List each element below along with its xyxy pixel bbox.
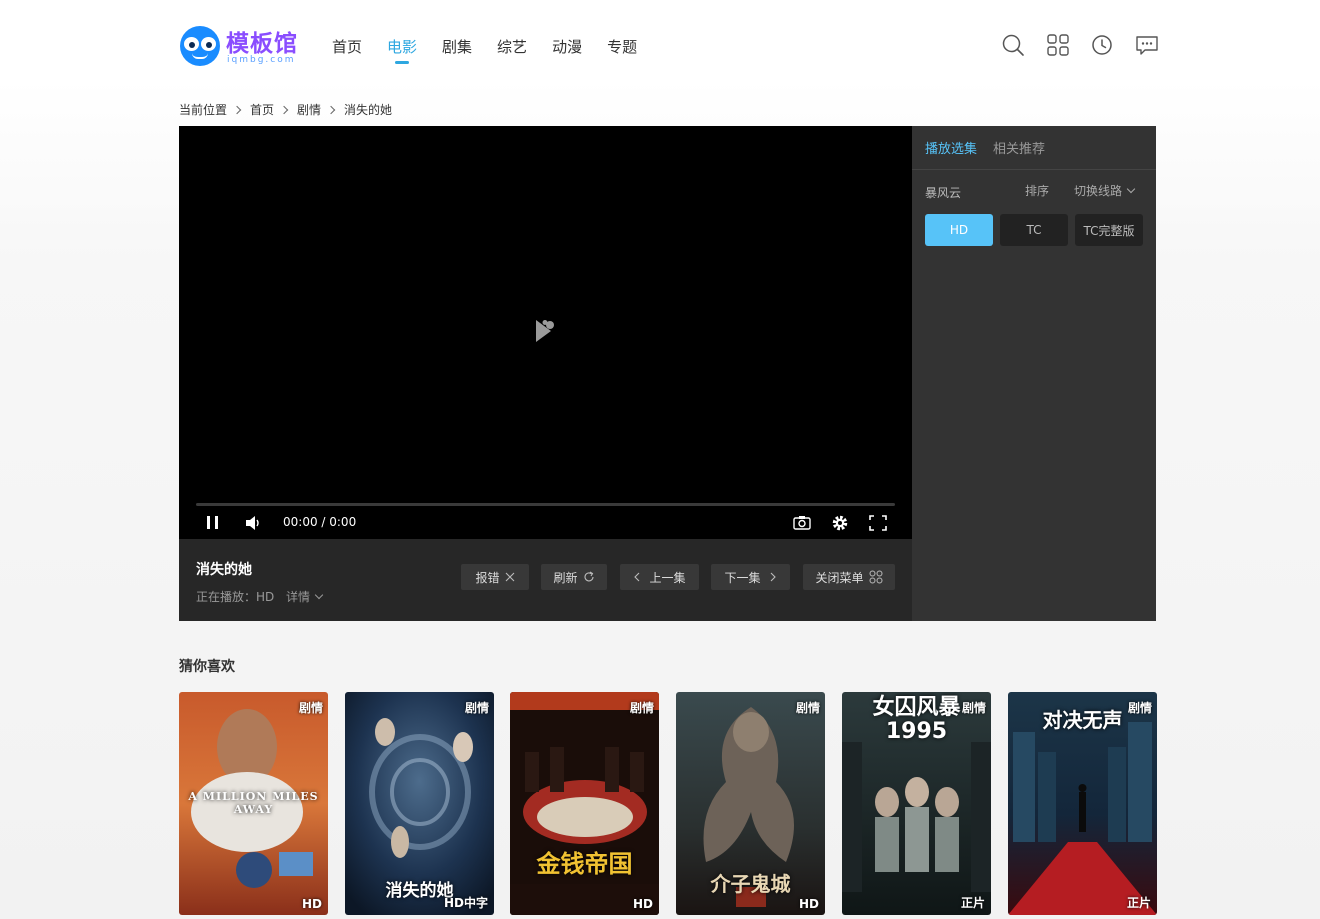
close-menu-button[interactable]: 关闭菜单 — [803, 564, 895, 590]
poster-title: 金钱帝国 — [536, 850, 633, 878]
chevron-right-icon — [326, 105, 336, 114]
nav-topics[interactable]: 专题 — [607, 36, 637, 60]
quality-badge: HD — [301, 897, 322, 911]
breadcrumb-genre[interactable]: 剧情 — [297, 101, 321, 118]
recommend-title: 猜你喜欢 — [179, 659, 235, 675]
movie-card[interactable]: 消失的她 剧情 HD中字 — [345, 692, 494, 915]
switch-line-dropdown[interactable]: 切换线路 — [1074, 182, 1136, 199]
site-logo[interactable]: 模板馆 iqmbg.com — [180, 24, 302, 68]
movie-poster — [510, 692, 659, 915]
tab-related[interactable]: 相关推荐 — [993, 138, 1045, 163]
nav-home[interactable]: 首页 — [332, 36, 362, 60]
time-display: 00:00 / 0:00 — [283, 515, 357, 529]
fullscreen-icon[interactable] — [868, 513, 888, 533]
chevron-right-icon — [770, 572, 776, 582]
logo-domain: iqmbg.com — [227, 55, 296, 65]
genre-tag: 剧情 — [629, 701, 654, 715]
main-nav: 首页 电影 剧集 综艺 动漫 专题 — [332, 36, 662, 64]
quality-badge: 正片 — [1126, 896, 1151, 910]
report-label: 报错 — [475, 570, 500, 585]
breadcrumb-prefix: 当前位置 — [179, 103, 228, 117]
tab-episodes[interactable]: 播放选集 — [925, 138, 977, 163]
episode-tc-full[interactable]: TC完整版 — [1075, 214, 1143, 246]
breadcrumb: 当前位置 首页 剧情 消失的她 — [179, 101, 392, 118]
movie-card[interactable]: 对决无声 剧情 正片 — [1008, 692, 1157, 915]
now-playing-text: 正在播放：HD — [196, 590, 275, 604]
volume-icon[interactable] — [244, 513, 262, 533]
clock-icon[interactable] — [1089, 32, 1115, 58]
poster-title: A MILLION MILES AWAY — [188, 790, 319, 816]
switch-line-label: 切换线路 — [1074, 184, 1123, 198]
settings-gear-icon[interactable] — [830, 513, 850, 533]
video-title: 消失的她 — [196, 562, 252, 578]
poster-title: 介子鬼城 — [710, 872, 791, 896]
progress-bar[interactable] — [196, 503, 895, 506]
next-episode-button[interactable]: 下一集 — [711, 564, 790, 590]
next-episode-label: 下一集 — [724, 570, 761, 585]
nav-series[interactable]: 剧集 — [442, 36, 472, 60]
quality-badge: HD — [798, 897, 819, 911]
refresh-icon — [584, 571, 594, 582]
genre-tag: 剧情 — [1127, 701, 1152, 715]
episode-panel: 播放选集 相关推荐 暴风云 排序 切换线路 HD TC TC完整版 — [912, 126, 1156, 621]
chevron-right-icon — [232, 105, 242, 114]
chevron-down-icon — [314, 590, 324, 600]
prev-episode-label: 上一集 — [649, 570, 686, 585]
genre-tag: 剧情 — [961, 701, 986, 715]
nav-anime[interactable]: 动漫 — [552, 36, 582, 60]
detail-toggle[interactable]: 详情 — [286, 588, 324, 605]
breadcrumb-current[interactable]: 消失的她 — [344, 101, 392, 118]
grid-icon — [869, 570, 882, 584]
pause-icon[interactable] — [205, 513, 221, 533]
episode-tc[interactable]: TC — [1000, 214, 1068, 246]
source-name: 暴风云 — [925, 186, 962, 200]
detail-label: 详情 — [286, 590, 311, 604]
chevron-left-icon — [634, 572, 640, 582]
movie-card[interactable]: 女囚风暴1995 剧情 正片 — [842, 692, 991, 915]
genre-tag: 剧情 — [795, 701, 820, 715]
report-button[interactable]: 报错 — [461, 564, 529, 590]
episode-hd[interactable]: HD — [925, 214, 993, 246]
quality-badge: HD中字 — [443, 896, 488, 910]
panel-tabs: 播放选集 相关推荐 — [925, 138, 1061, 163]
refresh-button[interactable]: 刷新 — [541, 564, 607, 590]
video-player[interactable]: 00:00 / 0:00 — [179, 126, 912, 539]
header-tools — [1000, 32, 1178, 58]
quality-badge: HD — [632, 897, 653, 911]
nav-movies[interactable]: 电影 — [387, 36, 417, 64]
chevron-right-icon — [279, 105, 289, 114]
logo-title: 模板馆 — [226, 31, 298, 57]
logo-mascot-icon — [180, 26, 220, 66]
message-icon[interactable] — [1134, 32, 1160, 58]
movie-card[interactable]: 金钱帝国 剧情 HD — [510, 692, 659, 915]
genre-tag: 剧情 — [464, 701, 489, 715]
sort-button[interactable]: 排序 — [1025, 182, 1049, 199]
genre-tag: 剧情 — [298, 701, 323, 715]
grid-icon[interactable] — [1045, 32, 1071, 58]
nav-variety[interactable]: 综艺 — [497, 36, 527, 60]
movie-card[interactable]: 介子鬼城 剧情 HD — [676, 692, 825, 915]
refresh-label: 刷新 — [553, 570, 578, 585]
quality-badge: 正片 — [960, 896, 985, 910]
header: 模板馆 iqmbg.com 首页 电影 剧集 综艺 动漫 专题 — [0, 0, 1320, 90]
chevron-down-icon — [1126, 184, 1136, 194]
player-info-bar: 消失的她 正在播放：HD 详情 报错 刷新 上一集 下一集 关闭菜单 — [179, 539, 912, 621]
close-menu-label: 关闭菜单 — [815, 570, 864, 585]
movie-card[interactable]: A MILLION MILES AWAY 剧情 HD — [179, 692, 328, 915]
player-loading-icon — [536, 320, 554, 342]
panel-divider — [912, 169, 1156, 170]
screenshot-icon[interactable] — [792, 513, 812, 533]
prev-episode-button[interactable]: 上一集 — [620, 564, 699, 590]
close-x-icon — [505, 572, 514, 582]
search-icon[interactable] — [1000, 32, 1026, 58]
breadcrumb-home[interactable]: 首页 — [250, 101, 274, 118]
